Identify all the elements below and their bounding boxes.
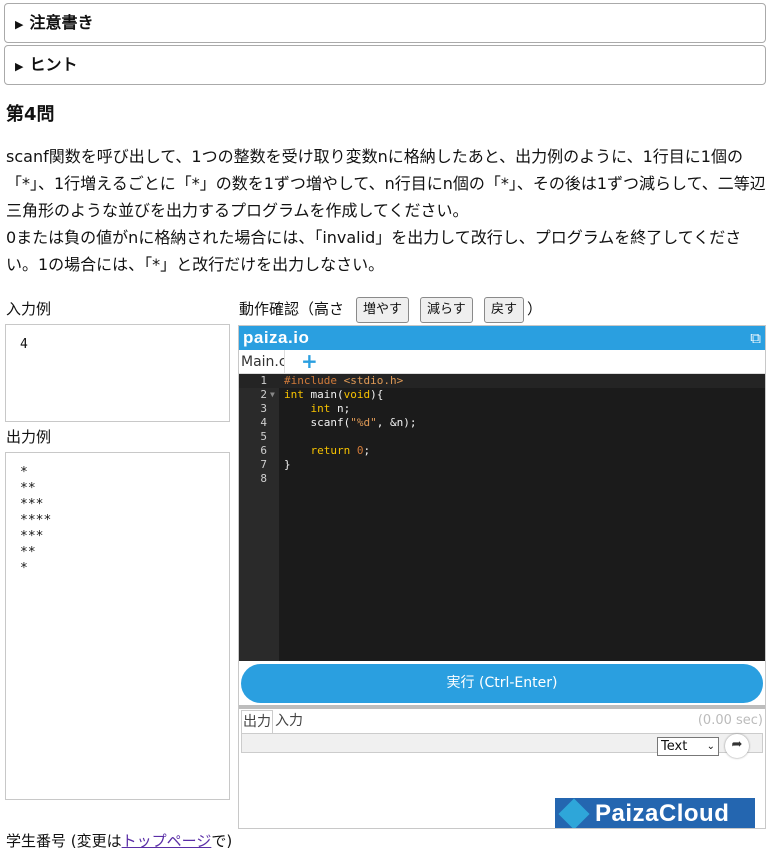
reset-height-button[interactable]: 戻す [484, 297, 525, 323]
editor-header: paiza.io ⧉ [239, 326, 765, 350]
code-text: scanf("%d", &n); [284, 416, 417, 429]
code-line[interactable]: 2 ▼ int main(void){ [239, 388, 765, 402]
student-number-suffix: で) [211, 832, 233, 850]
tab-input[interactable]: 入力 [275, 710, 303, 732]
run-check-label-end: ） [527, 300, 543, 318]
code-line[interactable]: 1 #include <stdio.h> [239, 374, 765, 388]
code-line[interactable]: 8 [239, 472, 765, 486]
code-editor[interactable]: 1 #include <stdio.h> 2 ▼ int main(void){3 in… [239, 374, 765, 661]
hint-section-toggle[interactable]: ▶ ヒント [4, 45, 766, 85]
code-line[interactable]: 3 int n; [239, 402, 765, 416]
code-text: } [284, 458, 291, 471]
panel-divider[interactable] [239, 705, 765, 709]
decrease-height-button[interactable]: 減らす [420, 297, 473, 323]
question-text: scanf関数を呼び出して、1つの整数を受け取り変数nに格納したあと、出力例のよ… [6, 147, 766, 274]
code-text: return 0; [310, 444, 371, 457]
code-lines[interactable]: 1 #include <stdio.h> 2 ▼ int main(void){3 in… [239, 374, 765, 486]
line-number: 1 [260, 374, 267, 387]
disclosure-triangle-icon: ▶ [15, 18, 24, 31]
output-format-value: Text [661, 739, 688, 754]
paizacloud-banner-text: PaizaCloud [595, 800, 730, 827]
run-check-label: 動作確認（高さ [239, 300, 345, 318]
tab-output[interactable]: 出力 [241, 710, 273, 733]
notes-section-toggle[interactable]: ▶ 注意書き [4, 3, 766, 43]
elapsed-time: (0.00 sec) [697, 713, 763, 728]
top-page-link[interactable]: トップページ [122, 832, 212, 850]
input-example-box: 4 [5, 324, 230, 422]
notes-section-label: 注意書き [29, 13, 94, 32]
line-number: 4 [260, 416, 267, 429]
output-example-label: 出力例 [6, 428, 52, 446]
chevron-down-icon: ⌄ [706, 741, 715, 752]
question-title: 第4問 [6, 104, 55, 125]
file-tab-main[interactable]: Main.c [239, 350, 285, 374]
fold-arrow-icon[interactable]: ▼ [270, 388, 275, 402]
line-number: 8 [260, 472, 267, 485]
output-format-select[interactable]: Text ⌄ [657, 737, 719, 756]
code-line[interactable]: 4 scanf("%d", &n); [239, 416, 765, 430]
disclosure-triangle-icon: ▶ [15, 60, 24, 73]
student-number-prefix: 学生番号 (変更は [6, 832, 122, 850]
add-file-icon[interactable]: + [301, 350, 318, 372]
code-text: int n; [310, 402, 351, 415]
hint-section-label: ヒント [29, 55, 78, 74]
increase-height-button[interactable]: 増やす [356, 297, 410, 323]
student-number-line: 学生番号 (変更はトップページで) [6, 830, 232, 851]
input-example-label: 入力例 [6, 300, 52, 318]
code-text: #include <stdio.h> [284, 374, 404, 387]
run-button[interactable]: 実行 (Ctrl-Enter) [241, 664, 763, 703]
paizacloud-banner[interactable]: PaizaCloud [555, 798, 755, 828]
share-icon[interactable]: ➦ [725, 734, 749, 758]
code-line[interactable]: 7} [239, 458, 765, 472]
output-example-box: * ** *** **** *** ** * [5, 452, 230, 800]
line-number: 2 [260, 388, 267, 401]
line-number: 3 [260, 402, 267, 415]
line-number: 6 [260, 444, 267, 457]
paiza-editor: paiza.io ⧉ Main.c + 1 #include <stdio.h> 2… [238, 325, 766, 829]
paiza-logo[interactable]: paiza.io [243, 328, 309, 348]
line-number: 5 [260, 430, 267, 443]
line-number: 7 [260, 458, 267, 471]
paizacloud-cube-icon [558, 798, 590, 828]
code-text: int main(void){ [284, 388, 384, 401]
file-tab-bar: Main.c + [239, 350, 765, 374]
code-line[interactable]: 6 return 0; [239, 444, 765, 458]
external-link-icon[interactable]: ⧉ [750, 329, 761, 347]
code-line[interactable]: 5 [239, 430, 765, 444]
